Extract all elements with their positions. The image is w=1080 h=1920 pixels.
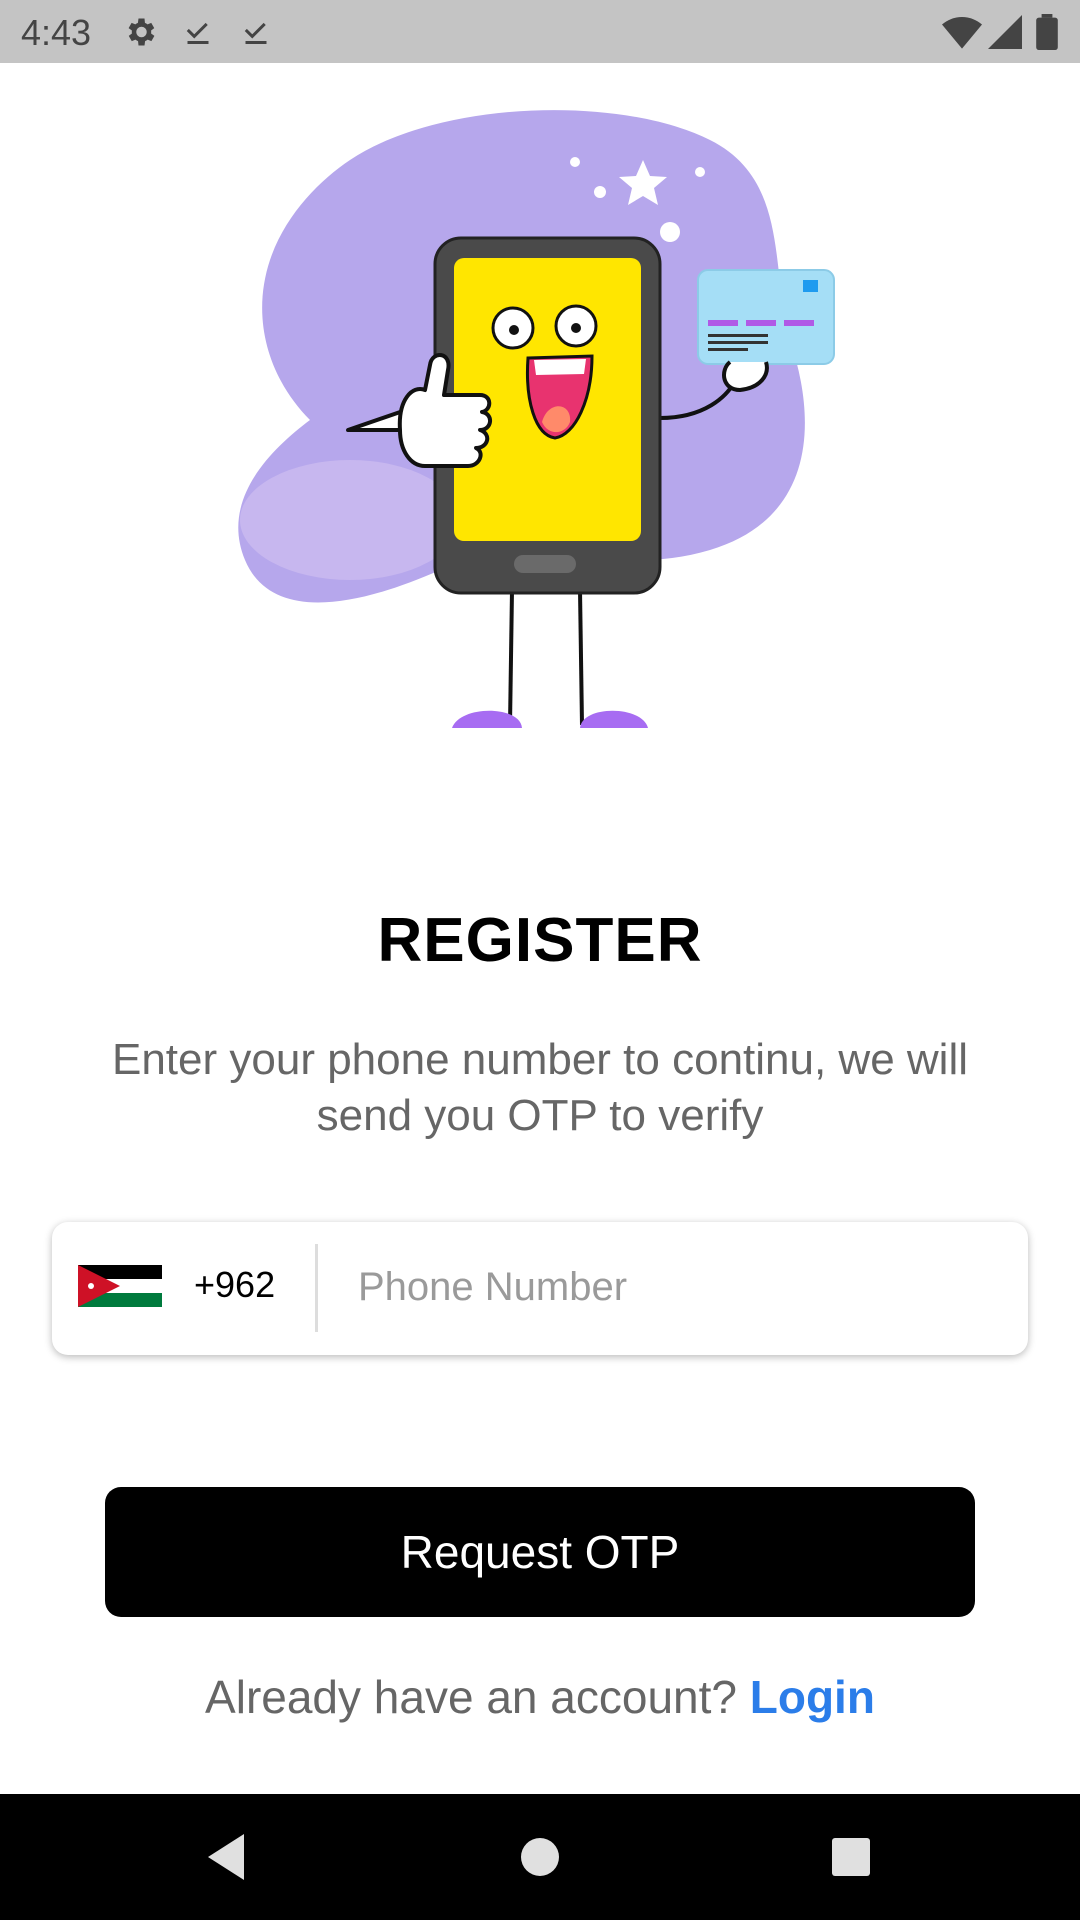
recents-icon[interactable] (830, 1832, 872, 1882)
download-done-icon (244, 22, 267, 44)
jordan-flag-icon[interactable] (78, 1265, 162, 1307)
status-bar: 4:43 (0, 0, 1080, 63)
back-icon[interactable] (204, 1832, 248, 1882)
request-otp-button[interactable]: Request OTP (105, 1487, 975, 1617)
field-divider (315, 1244, 318, 1332)
gear-icon (128, 18, 155, 46)
login-prompt-text: Already have an account? (205, 1671, 737, 1723)
home-icon[interactable] (520, 1832, 560, 1882)
navigation-bar (0, 1794, 1080, 1920)
register-screen: 4:43 REGISTER Enter your phone number to… (0, 0, 1080, 1920)
login-prompt: Already have an account? Login (0, 1670, 1080, 1724)
page-title: REGISTER (377, 906, 703, 975)
status-time: 4:43 (21, 12, 92, 53)
phone-number-input[interactable] (358, 1242, 998, 1332)
download-done-icon (186, 22, 209, 44)
page-subtitle: Enter your phone number to continu, we w… (111, 1035, 969, 1140)
phone-mascot-illustration (238, 110, 835, 728)
signal-icon (988, 15, 1022, 49)
wifi-icon (942, 17, 982, 49)
login-link[interactable]: Login (750, 1671, 875, 1723)
phone-number-field: +962 (52, 1222, 1028, 1355)
country-code[interactable]: +962 (194, 1264, 275, 1306)
battery-icon (1036, 14, 1058, 50)
